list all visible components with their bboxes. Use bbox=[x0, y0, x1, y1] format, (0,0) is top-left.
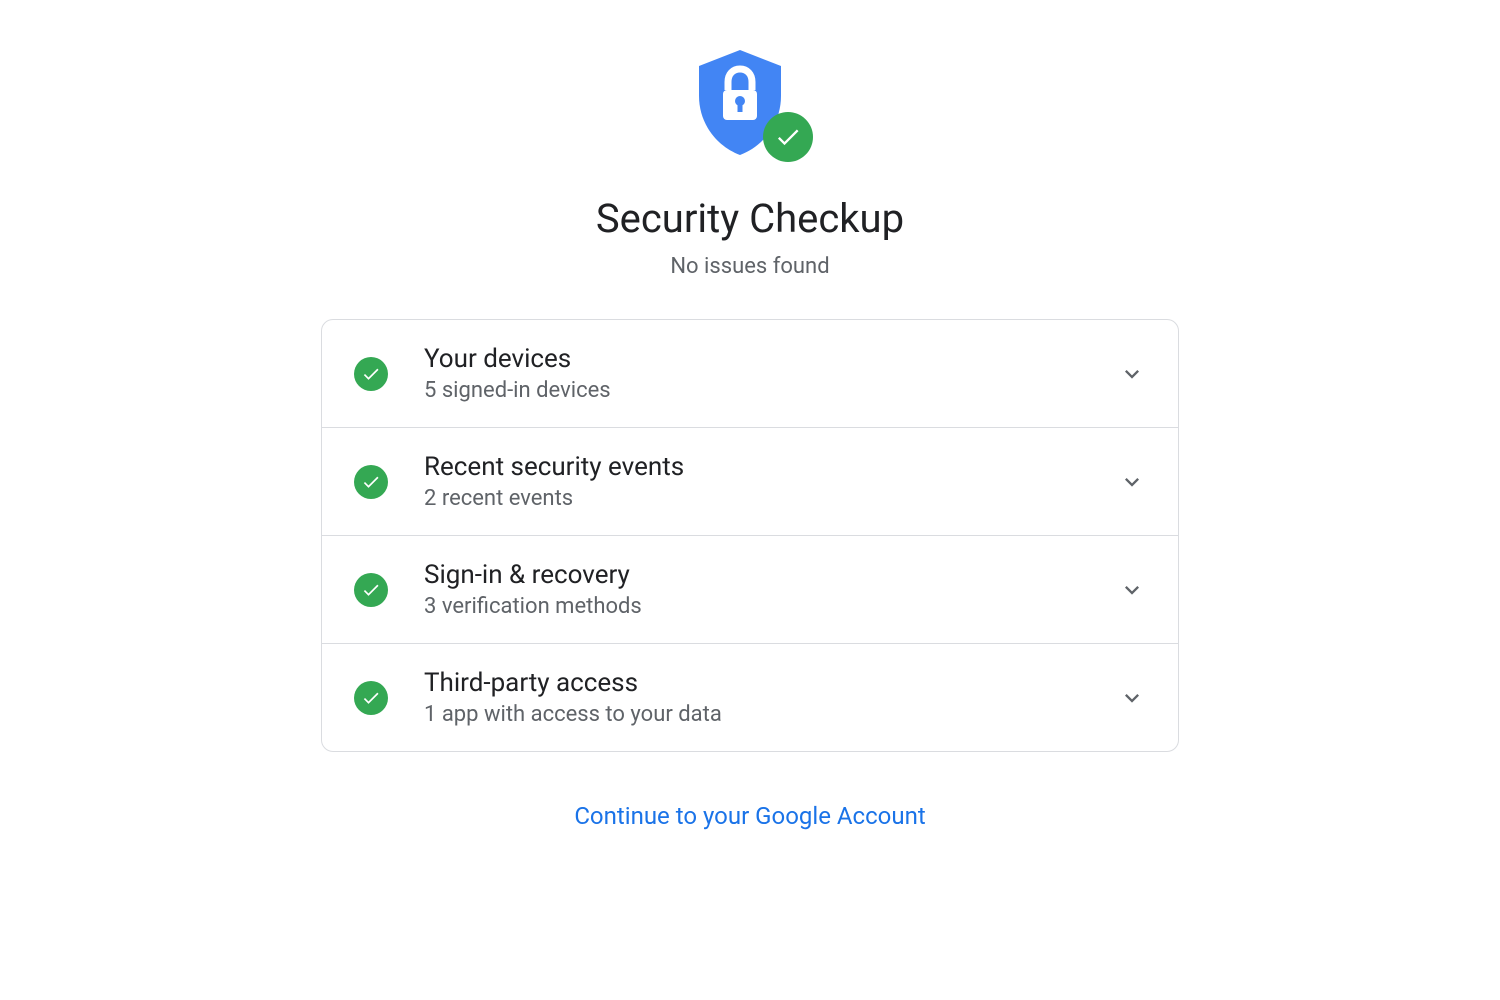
row-subtitle: 3 verification methods bbox=[424, 594, 1118, 619]
checkmark-icon bbox=[774, 123, 802, 151]
continue-link[interactable]: Continue to your Google Account bbox=[574, 802, 925, 830]
status-ok-icon bbox=[354, 573, 388, 607]
row-signin-recovery[interactable]: Sign-in & recovery 3 verification method… bbox=[322, 536, 1178, 644]
checkmark-icon bbox=[361, 580, 381, 600]
checkmark-icon bbox=[361, 688, 381, 708]
shield-lock-icon bbox=[695, 50, 805, 170]
row-content: Third-party access 1 app with access to … bbox=[424, 668, 1118, 727]
security-checkup-list: Your devices 5 signed-in devices Recent … bbox=[321, 319, 1179, 752]
row-your-devices[interactable]: Your devices 5 signed-in devices bbox=[322, 320, 1178, 428]
checkmark-icon bbox=[361, 364, 381, 384]
row-subtitle: 5 signed-in devices bbox=[424, 378, 1118, 403]
status-ok-icon bbox=[354, 681, 388, 715]
checkmark-icon bbox=[361, 472, 381, 492]
row-content: Your devices 5 signed-in devices bbox=[424, 344, 1118, 403]
row-title: Third-party access bbox=[424, 668, 1118, 698]
status-ok-icon bbox=[354, 357, 388, 391]
row-title: Your devices bbox=[424, 344, 1118, 374]
row-subtitle: 1 app with access to your data bbox=[424, 702, 1118, 727]
chevron-down-icon bbox=[1118, 468, 1146, 496]
status-ok-icon bbox=[354, 465, 388, 499]
row-third-party-access[interactable]: Third-party access 1 app with access to … bbox=[322, 644, 1178, 751]
check-badge-icon bbox=[763, 112, 813, 162]
chevron-down-icon bbox=[1118, 360, 1146, 388]
row-subtitle: 2 recent events bbox=[424, 486, 1118, 511]
row-title: Recent security events bbox=[424, 452, 1118, 482]
row-title: Sign-in & recovery bbox=[424, 560, 1118, 590]
page-title: Security Checkup bbox=[596, 195, 904, 242]
row-content: Sign-in & recovery 3 verification method… bbox=[424, 560, 1118, 619]
row-content: Recent security events 2 recent events bbox=[424, 452, 1118, 511]
chevron-down-icon bbox=[1118, 684, 1146, 712]
page-subtitle: No issues found bbox=[670, 254, 829, 279]
page-header: Security Checkup No issues found bbox=[596, 50, 904, 279]
row-recent-security-events[interactable]: Recent security events 2 recent events bbox=[322, 428, 1178, 536]
chevron-down-icon bbox=[1118, 576, 1146, 604]
